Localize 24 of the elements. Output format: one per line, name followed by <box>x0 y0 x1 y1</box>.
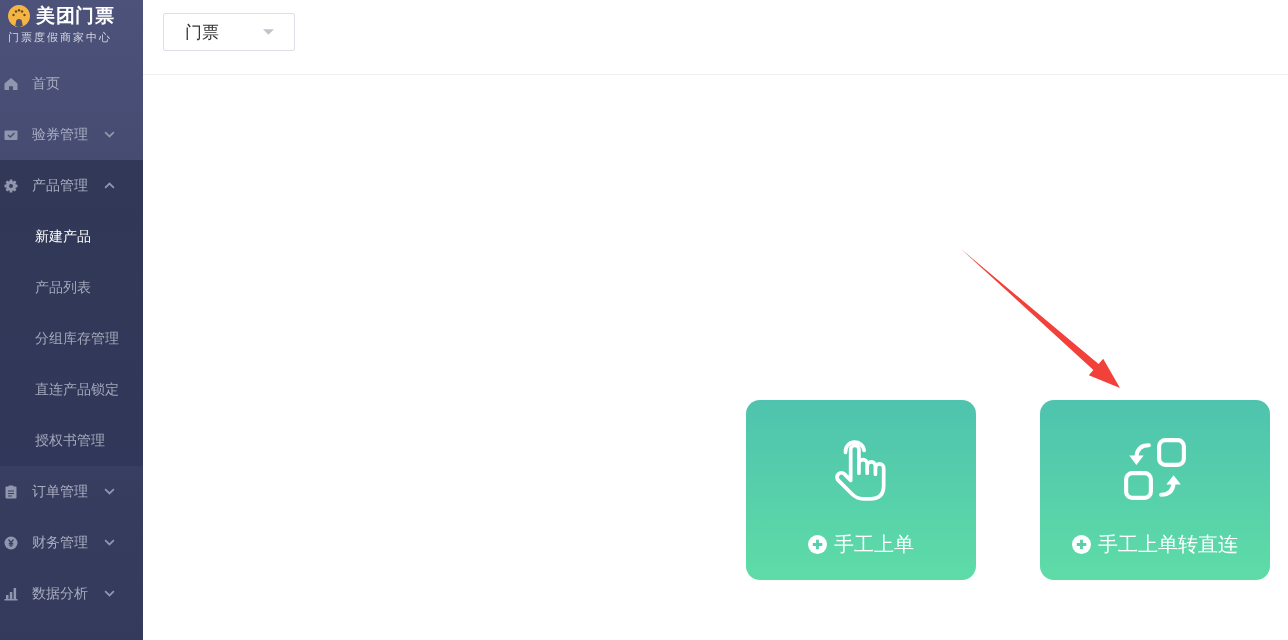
sidebar-subitem[interactable]: 新建产品 <box>0 211 91 262</box>
sidebar-item[interactable]: 数据分析 <box>0 568 143 619</box>
yen-coin-icon <box>4 535 18 550</box>
sidebar-item[interactable]: 财务管理 <box>0 517 143 568</box>
gear-icon <box>4 178 18 193</box>
brand-subtitle: 门票度假商家中心 <box>8 30 113 44</box>
bar-chart-icon <box>4 586 18 601</box>
sidebar-item[interactable]: 验券管理 <box>0 109 143 160</box>
clipboard-icon <box>4 484 18 499</box>
category-select[interactable]: 门票 <box>163 13 295 51</box>
sidebar-subitem[interactable]: 产品列表 <box>0 262 91 313</box>
brand-title: 美团门票 <box>36 5 114 27</box>
sidebar-subitem[interactable]: 分组库存管理 <box>0 313 119 364</box>
logo-icon <box>8 5 30 27</box>
sidebar-item[interactable]: 订单管理 <box>0 466 143 517</box>
swap-squares-icon <box>1122 436 1188 502</box>
sidebar-item[interactable]: 产品管理 <box>0 160 143 211</box>
sidebar-item[interactable]: 首页 <box>0 58 143 109</box>
plus-circle-icon <box>808 534 827 554</box>
sidebar-subitem[interactable]: 直连产品锁定 <box>0 364 119 415</box>
caret-icon <box>263 29 274 35</box>
sidebar-subitem[interactable]: 授权书管理 <box>0 415 105 466</box>
plus-circle-icon <box>1072 534 1091 554</box>
home-icon <box>4 76 18 91</box>
